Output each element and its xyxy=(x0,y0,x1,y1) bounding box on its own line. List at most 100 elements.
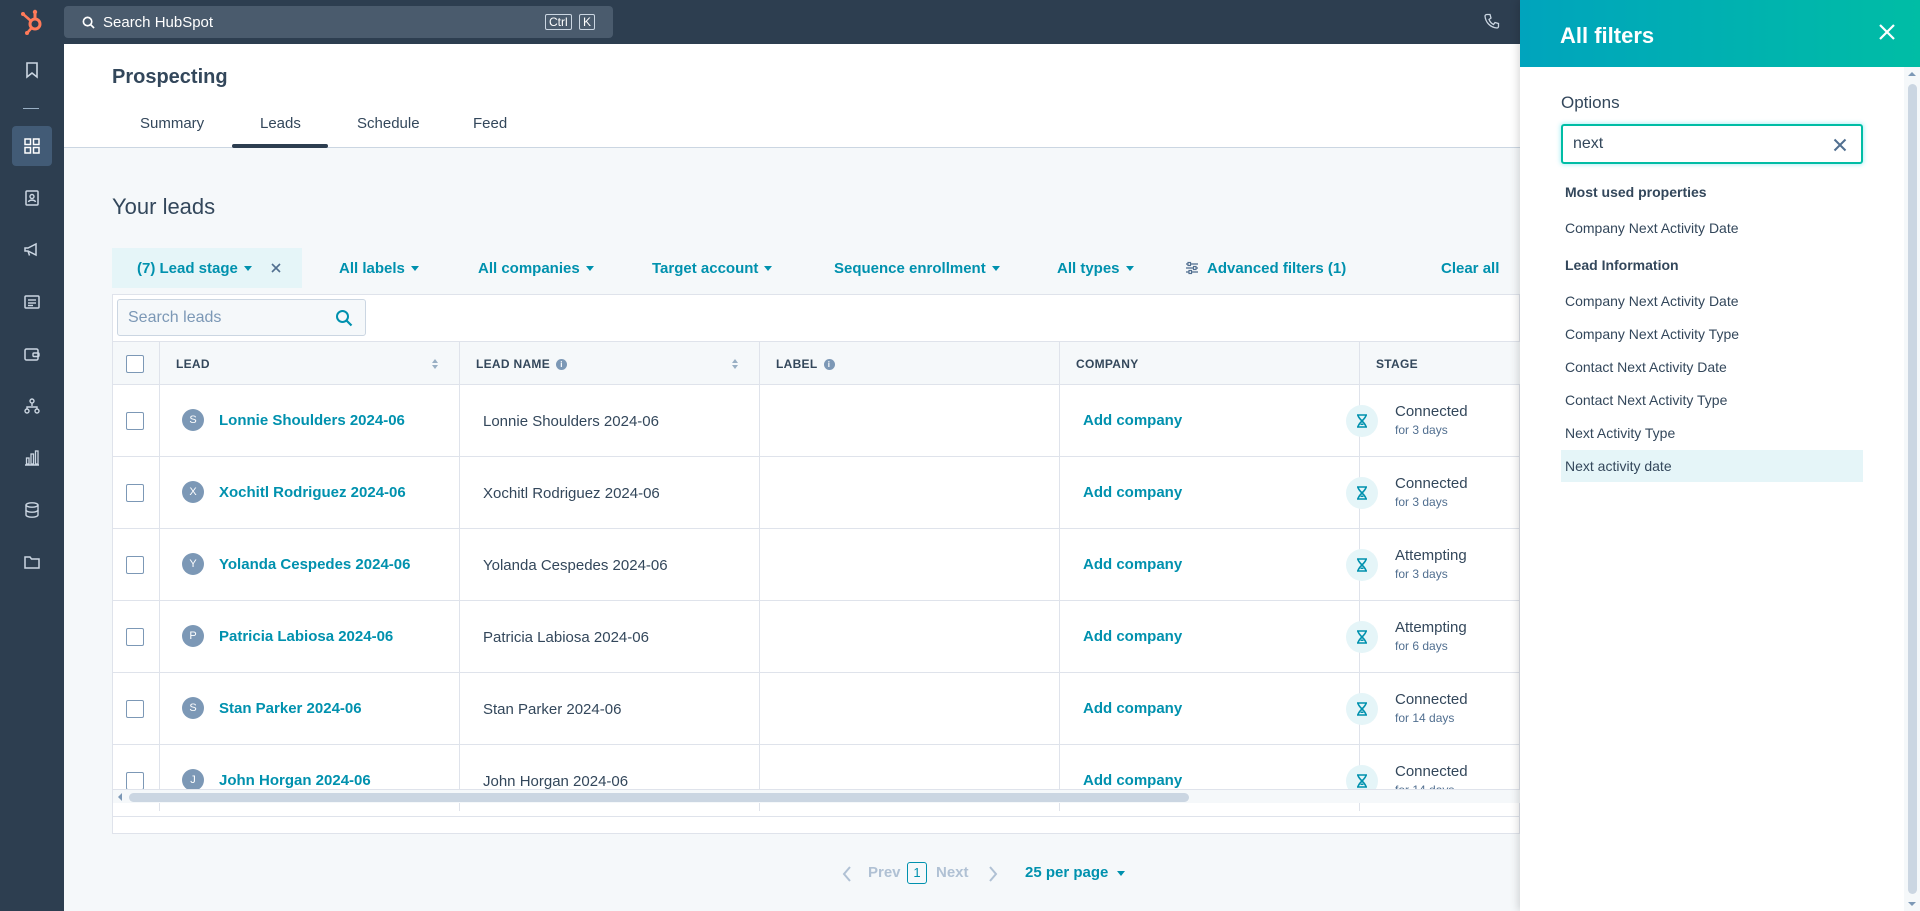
add-company-link[interactable]: Add company xyxy=(1083,484,1182,501)
scroll-left-arrow-icon[interactable] xyxy=(118,793,122,801)
column-header-company[interactable]: COMPANY xyxy=(1076,342,1139,386)
sequence-enrollment-filter[interactable]: Sequence enrollment xyxy=(834,248,1000,288)
checkbox[interactable] xyxy=(126,355,144,373)
scroll-down-arrow-icon[interactable] xyxy=(1908,902,1916,906)
target-account-filter-label: Target account xyxy=(652,259,759,277)
lead-link[interactable]: Stan Parker 2024-06 xyxy=(219,700,362,717)
search-leads-input[interactable]: Search leads xyxy=(117,299,366,336)
column-header-lead[interactable]: LEAD xyxy=(176,342,210,386)
global-search-input[interactable]: Search HubSpot Ctrl K xyxy=(64,6,613,38)
column-header-stage[interactable]: STAGE xyxy=(1376,342,1418,386)
add-company-link[interactable]: Add company xyxy=(1083,556,1182,573)
chevron-down-icon xyxy=(243,265,252,271)
property-option[interactable]: Contact Next Activity Date xyxy=(1561,351,1863,383)
tab-leads[interactable]: Leads xyxy=(260,115,301,132)
property-option[interactable]: Company Next Activity Date xyxy=(1561,212,1863,244)
column-header-label[interactable]: LABEL i xyxy=(776,342,835,386)
add-company-link[interactable]: Add company xyxy=(1083,772,1182,789)
property-option[interactable]: Contact Next Activity Type xyxy=(1561,384,1863,416)
table-row[interactable]: P Patricia Labiosa 2024-06 Patricia Labi… xyxy=(113,601,1521,673)
stage-name: Attempting xyxy=(1395,547,1467,564)
property-option[interactable]: Company Next Activity Date xyxy=(1561,285,1863,317)
column-header-lead-name-label: LEAD NAME xyxy=(476,357,551,371)
sidebar-item-crm[interactable] xyxy=(12,178,52,218)
sidebar-item-workspaces[interactable] xyxy=(12,126,52,166)
table-row[interactable]: X Xochitl Rodriguez 2024-06 Xochitl Rodr… xyxy=(113,457,1521,529)
lead-link[interactable]: Yolanda Cespedes 2024-06 xyxy=(219,556,410,573)
hubspot-logo-icon[interactable] xyxy=(19,9,45,35)
sidebar-item-library[interactable] xyxy=(12,542,52,582)
labels-filter[interactable]: All labels xyxy=(339,248,419,288)
sidebar-item-bookmarks[interactable] xyxy=(12,50,52,90)
remove-filter-icon[interactable] xyxy=(270,262,282,274)
tab-feed[interactable]: Feed xyxy=(473,115,507,132)
add-company-link[interactable]: Add company xyxy=(1083,628,1182,645)
add-company-link[interactable]: Add company xyxy=(1083,700,1182,717)
table-row[interactable]: S Lonnie Shoulders 2024-06 Lonnie Should… xyxy=(113,385,1521,457)
clear-all-button[interactable]: Clear all xyxy=(1441,248,1499,288)
chevron-right-icon[interactable] xyxy=(988,866,998,882)
next-page-button[interactable]: Next xyxy=(936,864,969,881)
scrollbar-thumb[interactable] xyxy=(1908,84,1917,894)
lead-link[interactable]: Patricia Labiosa 2024-06 xyxy=(219,628,393,645)
phone-icon[interactable] xyxy=(1484,13,1500,29)
row-checkbox[interactable] xyxy=(126,628,144,646)
info-icon[interactable]: i xyxy=(556,358,568,370)
row-checkbox[interactable] xyxy=(126,700,144,718)
table-row[interactable]: J John Horgan 2024-06 John Horgan 2024-0… xyxy=(113,745,1521,817)
prev-page-button[interactable]: Prev xyxy=(868,864,901,881)
row-checkbox[interactable] xyxy=(126,412,144,430)
row-checkbox[interactable] xyxy=(126,484,144,502)
sidebar-item-commerce[interactable] xyxy=(12,334,52,374)
shortcut-k-key: K xyxy=(579,14,596,30)
data-database-icon xyxy=(25,502,39,518)
clear-search-icon[interactable] xyxy=(1833,138,1847,152)
scrollbar-thumb[interactable] xyxy=(129,793,1189,802)
row-checkbox[interactable] xyxy=(126,772,144,790)
stage-name: Attempting xyxy=(1395,619,1467,636)
lead-name-cell: Xochitl Rodriguez 2024-06 xyxy=(483,485,660,502)
chevron-left-icon[interactable] xyxy=(842,866,852,882)
types-filter[interactable]: All types xyxy=(1057,248,1134,288)
tab-summary[interactable]: Summary xyxy=(140,115,204,132)
table-row[interactable]: S Stan Parker 2024-06 Stan Parker 2024-0… xyxy=(113,673,1521,745)
sidebar-item-marketing[interactable] xyxy=(12,230,52,270)
horizontal-scrollbar[interactable] xyxy=(113,789,1521,803)
scroll-up-arrow-icon[interactable] xyxy=(1908,72,1916,76)
sort-icon[interactable] xyxy=(731,358,739,370)
property-search-input[interactable]: next xyxy=(1561,124,1863,164)
tab-schedule[interactable]: Schedule xyxy=(357,115,420,132)
types-filter-label: All types xyxy=(1057,259,1120,277)
sidebar-item-automation[interactable] xyxy=(12,386,52,426)
search-icon[interactable] xyxy=(335,309,353,327)
sidebar-item-content[interactable] xyxy=(12,282,52,322)
row-checkbox[interactable] xyxy=(126,556,144,574)
leads-section: Your leads (7) Lead stage All labels All… xyxy=(64,148,1521,911)
commerce-wallet-icon xyxy=(24,348,40,361)
lead-link[interactable]: Lonnie Shoulders 2024-06 xyxy=(219,412,405,429)
property-option[interactable]: Next Activity Type xyxy=(1561,417,1863,449)
add-company-link[interactable]: Add company xyxy=(1083,412,1182,429)
advanced-filters-button[interactable]: Advanced filters (1) xyxy=(1185,248,1346,288)
current-page[interactable]: 1 xyxy=(907,862,927,884)
marketing-megaphone-icon xyxy=(24,242,37,257)
lead-stage-filter[interactable]: (7) Lead stage xyxy=(112,248,302,288)
vertical-scrollbar[interactable] xyxy=(1904,67,1920,911)
chevron-down-icon xyxy=(1125,265,1134,271)
target-account-filter[interactable]: Target account xyxy=(652,248,773,288)
info-icon[interactable]: i xyxy=(823,358,835,370)
table-row[interactable]: Y Yolanda Cespedes 2024-06 Yolanda Cespe… xyxy=(113,529,1521,601)
companies-filter[interactable]: All companies xyxy=(478,248,594,288)
per-page-dropdown[interactable]: 25 per page xyxy=(1025,864,1125,881)
property-option-highlighted[interactable]: Next activity date xyxy=(1561,450,1863,482)
property-option[interactable]: Company Next Activity Type xyxy=(1561,318,1863,350)
close-icon[interactable] xyxy=(1878,23,1896,41)
sort-icon[interactable] xyxy=(431,358,439,370)
sidebar-item-reporting[interactable] xyxy=(12,438,52,478)
sidebar-item-data-management[interactable] xyxy=(12,490,52,530)
lead-link[interactable]: John Horgan 2024-06 xyxy=(219,772,371,789)
lead-link[interactable]: Xochitl Rodriguez 2024-06 xyxy=(219,484,406,501)
select-all-checkbox[interactable] xyxy=(126,342,144,386)
lead-name-cell: Yolanda Cespedes 2024-06 xyxy=(483,557,668,574)
column-header-lead-name[interactable]: LEAD NAME i xyxy=(476,342,568,386)
